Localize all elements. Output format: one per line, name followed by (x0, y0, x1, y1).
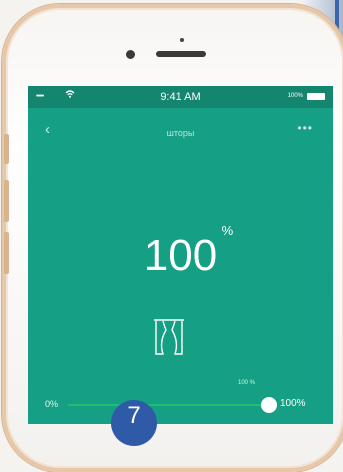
battery-icon (307, 93, 325, 100)
page-title: шторы (166, 128, 195, 138)
slider-thumb[interactable] (261, 397, 277, 413)
curtain-level-display: 100 % (28, 223, 333, 281)
slider-value-label: 100 % (238, 380, 256, 386)
speaker-grille (156, 51, 206, 57)
curtain-level-unit: % (221, 223, 234, 238)
phone-volume-button (4, 180, 9, 222)
slider-track[interactable] (68, 404, 270, 406)
step-number-badge: 7 (111, 400, 157, 446)
status-bar: ••••• 9:41 AM 100% (28, 86, 333, 108)
curtain-level-number: 100 (143, 231, 218, 280)
app-screen: ••••• 9:41 AM 100% ‹ шторы ••• 100 % 100… (28, 86, 333, 424)
proximity-sensor (180, 38, 184, 42)
more-options-icon[interactable]: ••• (297, 121, 313, 135)
battery-percent: 100% (287, 93, 303, 99)
curtain-icon (152, 318, 186, 361)
curtain-level-value: 100 % (143, 223, 233, 281)
navigation-bar: ‹ шторы ••• (28, 108, 333, 148)
slider-min-label: 0% (45, 399, 59, 409)
phone-side-button (4, 134, 9, 164)
phone-volume-button (4, 232, 9, 274)
front-camera (126, 50, 135, 59)
slider-max-label: 100% (280, 398, 306, 409)
